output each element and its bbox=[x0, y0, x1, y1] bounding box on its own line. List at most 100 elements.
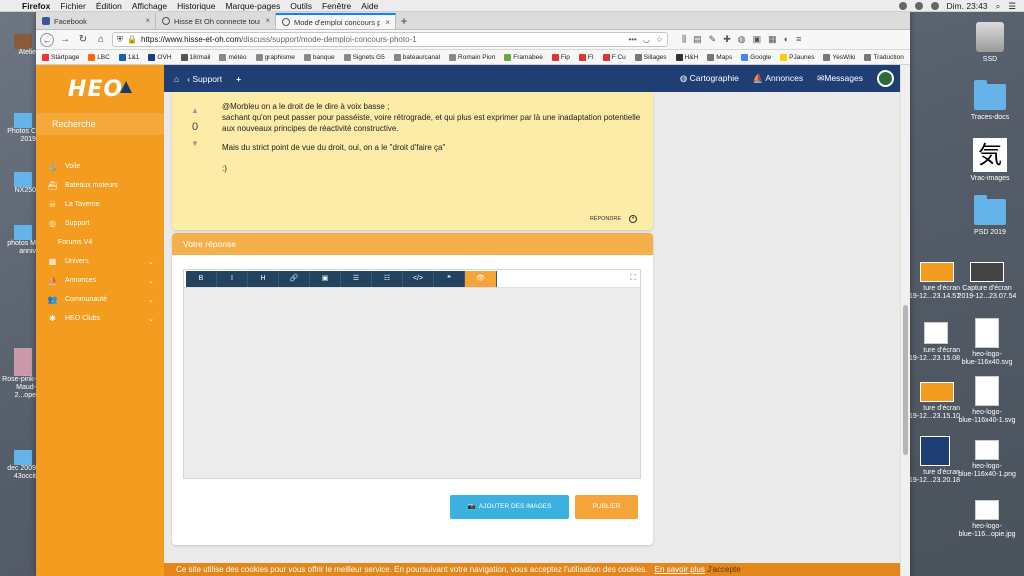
bookmark-item[interactable]: F Cu bbox=[602, 53, 626, 61]
reload-button[interactable]: ↻ bbox=[76, 33, 90, 47]
menu-edition[interactable]: Édition bbox=[96, 1, 122, 11]
markdown-editor[interactable]: B I H 🔗 ▣ ☰ ☷ </> ❝ 👁 ⛶ bbox=[183, 269, 641, 479]
sidebar-item-bateaux-moteurs[interactable]: ⛴ Bateaux moteurs bbox=[36, 176, 164, 195]
sidebar-item-forums-v4[interactable]: Forums V4 bbox=[36, 233, 164, 252]
desktop-icon-svg[interactable]: heo-logo- blue-116x40-1.svg bbox=[952, 376, 1022, 425]
heading-button[interactable]: H bbox=[248, 271, 279, 287]
downvote-icon[interactable]: ▼ bbox=[188, 139, 202, 148]
add-icon[interactable]: + bbox=[236, 74, 241, 84]
bullet-list-button[interactable]: ☰ bbox=[341, 271, 372, 287]
link-button[interactable]: 🔗 bbox=[279, 271, 310, 287]
pen-icon[interactable]: ✎ bbox=[709, 34, 717, 45]
tab-facebook[interactable]: Facebook × bbox=[36, 13, 156, 29]
address-bar[interactable]: ⛨ 🔒 https://www.hisse-et-oh.com/discuss/… bbox=[112, 32, 668, 47]
code-button[interactable]: </> bbox=[403, 271, 434, 287]
bookmark-item[interactable]: bateau/canal bbox=[393, 53, 440, 61]
desktop-icon-ssd[interactable]: SSD bbox=[955, 22, 1024, 64]
menu-app-name[interactable]: Firefox bbox=[22, 1, 50, 11]
home-icon[interactable]: ⌂ bbox=[174, 74, 179, 84]
nav-cartographie[interactable]: ◍ Cartographie bbox=[680, 73, 739, 84]
lock-icon[interactable]: 🔒 bbox=[127, 35, 137, 44]
menu-affichage[interactable]: Affichage bbox=[132, 1, 167, 11]
menu-historique[interactable]: Historique bbox=[177, 1, 215, 11]
close-tab-icon[interactable]: × bbox=[385, 18, 390, 27]
sidebar-search[interactable]: Recherche bbox=[36, 113, 164, 135]
status-icon[interactable] bbox=[898, 2, 907, 10]
desktop-icon-folder[interactable]: Traces-docs bbox=[955, 80, 1024, 122]
upvote-icon[interactable]: ▲ bbox=[188, 106, 202, 115]
numbered-list-button[interactable]: ☷ bbox=[372, 271, 403, 287]
home-button[interactable]: ⌂ bbox=[94, 33, 108, 47]
menu-fichier[interactable]: Fichier bbox=[60, 1, 86, 11]
bookmark-item[interactable]: FI bbox=[578, 53, 594, 61]
shield-icon[interactable]: ⛨ bbox=[117, 35, 123, 45]
desktop-icon-left[interactable]: dec 2009 43occit bbox=[0, 450, 36, 481]
reader-icon[interactable]: ▤ bbox=[693, 34, 702, 45]
bookmark-item[interactable]: Google bbox=[741, 53, 771, 61]
desktop-icon-jpg[interactable]: heo-logo- blue-116...opie.jpg bbox=[952, 500, 1022, 539]
reply-button[interactable]: RÉPONDRE • bbox=[590, 215, 637, 223]
puzzle-icon[interactable]: ✚ bbox=[723, 34, 731, 45]
menubar-clock[interactable]: Dim. 23:43 bbox=[947, 1, 988, 11]
bookmark-item[interactable]: 18/mail bbox=[180, 53, 210, 61]
bookmark-item[interactable]: météo bbox=[219, 53, 247, 61]
preview-button[interactable]: 👁 bbox=[465, 271, 497, 287]
bookmark-item[interactable]: 1&1 bbox=[118, 53, 139, 61]
more-actions-icon[interactable]: ••• bbox=[628, 35, 636, 44]
menu-fenetre[interactable]: Fenêtre bbox=[322, 1, 351, 11]
publish-button[interactable]: PUBLIER bbox=[575, 495, 638, 519]
scrollbar-thumb[interactable] bbox=[903, 305, 908, 455]
sidebar-item-heo-clubs[interactable]: ✱ HEO Clubs ⌄ bbox=[36, 309, 164, 328]
bold-button[interactable]: B bbox=[186, 271, 217, 287]
desktop-icon-capture[interactable]: Capture d'écran 2019-12...23.07.54 bbox=[952, 262, 1022, 301]
bookmark-item[interactable]: Traduction bbox=[864, 53, 904, 61]
wifi-icon[interactable] bbox=[914, 2, 923, 10]
extension-icon[interactable]: ◍ bbox=[738, 34, 746, 45]
italic-button[interactable]: I bbox=[217, 271, 248, 287]
bookmark-item[interactable]: Maps bbox=[707, 53, 732, 61]
more-options-icon[interactable]: • bbox=[629, 215, 637, 223]
menu-outils[interactable]: Outils bbox=[290, 1, 312, 11]
sync-icon[interactable]: ◐ bbox=[784, 34, 789, 45]
bookmark-item[interactable]: H&H bbox=[675, 53, 698, 61]
sidebar-item-univers[interactable]: ▦ Univers ⌄ bbox=[36, 252, 164, 271]
volume-icon[interactable] bbox=[930, 2, 939, 10]
close-tab-icon[interactable]: × bbox=[265, 16, 270, 25]
bookmark-item[interactable]: YesWiki bbox=[823, 53, 855, 61]
tab-hisse-et-oh[interactable]: Hisse Et Oh connecte tous les × bbox=[156, 13, 276, 29]
bookmark-item[interactable]: OVH bbox=[148, 53, 172, 61]
bookmark-item[interactable]: graphisme bbox=[255, 53, 295, 61]
desktop-icon-vrac[interactable]: 気 Vrac-images bbox=[955, 138, 1024, 183]
bookmark-item[interactable]: LBC bbox=[88, 53, 110, 61]
desktop-icon-folder[interactable]: PSD 2019 bbox=[955, 195, 1024, 237]
back-button[interactable]: ← bbox=[40, 32, 54, 47]
bookmark-item[interactable]: Signets G5 bbox=[343, 53, 385, 61]
menu-icon[interactable]: ≡ bbox=[796, 34, 801, 45]
forward-button[interactable]: → bbox=[58, 33, 72, 47]
add-images-button[interactable]: 📷 AJOUTER DES IMAGES bbox=[450, 495, 569, 519]
fullscreen-icon[interactable]: ⛶ bbox=[630, 273, 636, 283]
sidebar-item-la-taverne[interactable]: ☠ La Taverne bbox=[36, 195, 164, 214]
grid-icon[interactable]: ▦ bbox=[768, 34, 777, 45]
heo-logo[interactable]: HEO bbox=[36, 65, 164, 113]
screenshot-icon[interactable]: ▣ bbox=[753, 34, 762, 45]
menu-aide[interactable]: Aide bbox=[361, 1, 378, 11]
desktop-icon-png[interactable]: heo-logo- blue-116x40-1.png bbox=[952, 440, 1022, 479]
tab-mode-emploi[interactable]: Mode d'emploi concours photo × bbox=[276, 13, 396, 29]
bookmark-item[interactable]: banque bbox=[303, 53, 335, 61]
bookmark-item[interactable]: PJaunes bbox=[780, 53, 814, 61]
breadcrumb-support[interactable]: ‹ Support bbox=[187, 74, 222, 84]
nav-annonces[interactable]: ⛵ Annonces bbox=[753, 73, 803, 84]
library-icon[interactable]: ⫼ bbox=[682, 34, 686, 45]
close-tab-icon[interactable]: × bbox=[145, 16, 150, 25]
page-scrollbar[interactable] bbox=[900, 65, 910, 576]
desktop-icon-svg[interactable]: heo-logo- blue-116x40.svg bbox=[952, 318, 1022, 367]
menu-marque-pages[interactable]: Marque-pages bbox=[225, 1, 280, 11]
sidebar-item-support[interactable]: ◎ Support bbox=[36, 214, 164, 233]
image-button[interactable]: ▣ bbox=[310, 271, 341, 287]
bookmark-star-icon[interactable]: ☆ bbox=[656, 35, 663, 44]
desktop-icon-left[interactable]: Photos C 2019 bbox=[0, 113, 36, 144]
desktop-icon-left[interactable]: NX250 bbox=[0, 172, 36, 195]
pocket-icon[interactable]: ◡ bbox=[643, 35, 650, 44]
bookmark-item[interactable]: Framabee bbox=[504, 53, 543, 61]
